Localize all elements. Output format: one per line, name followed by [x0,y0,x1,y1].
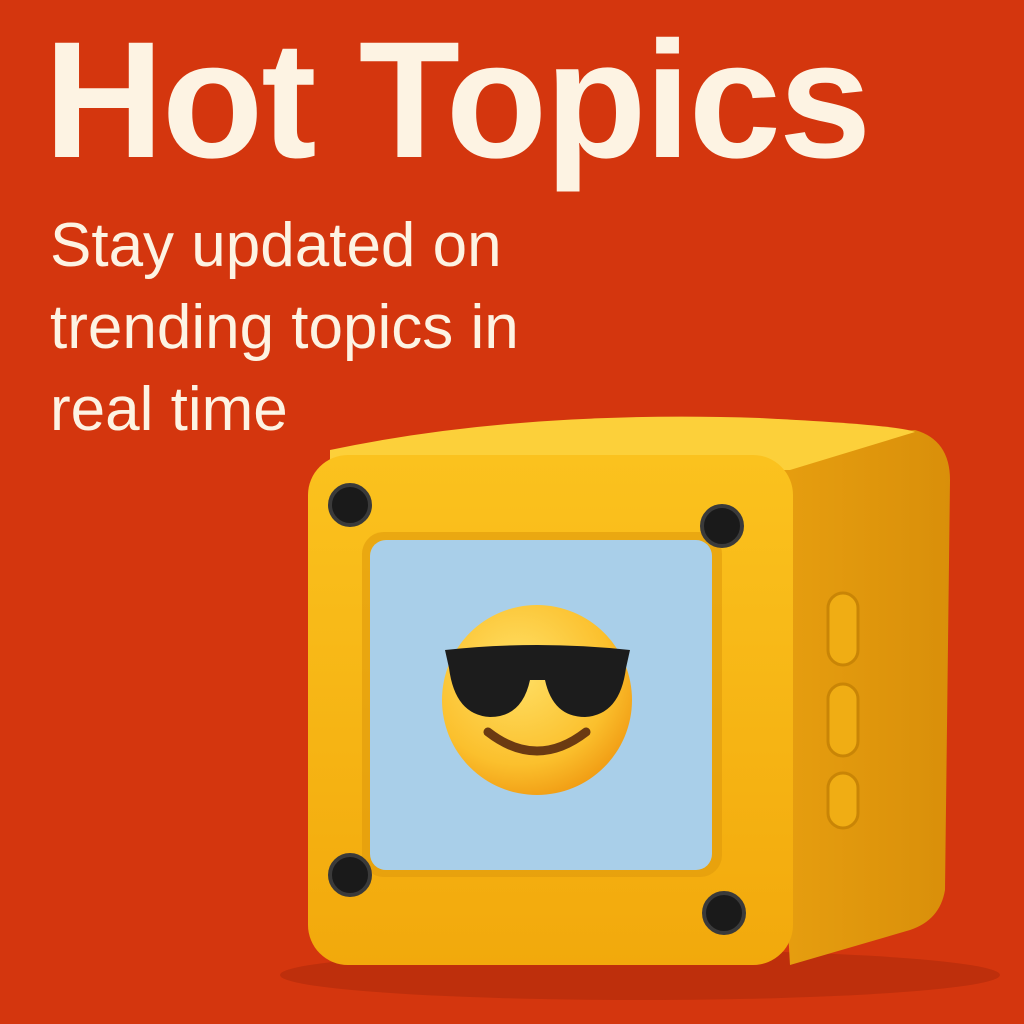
smiling-face-with-sunglasses-emoji [442,605,632,795]
side-button-1 [826,591,860,667]
device-illustration [280,416,1000,1000]
side-button-2 [826,682,860,758]
side-button-3 [826,771,860,830]
